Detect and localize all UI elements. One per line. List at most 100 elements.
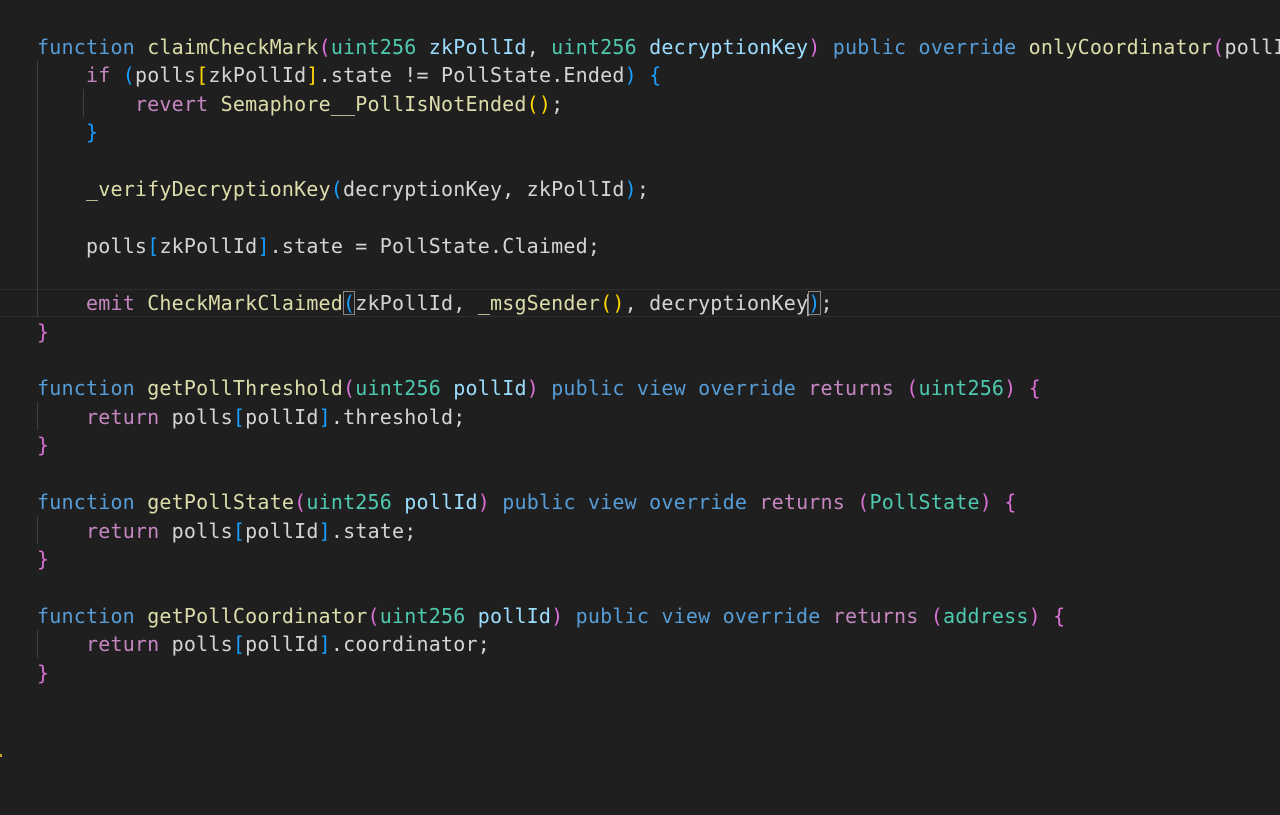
code-line[interactable]: polls[zkPollId].state = PollState.Claime… xyxy=(37,232,600,260)
code-line[interactable]: } xyxy=(37,318,49,346)
code-token: pollId xyxy=(404,490,478,514)
code-token: function xyxy=(37,490,135,514)
code-line[interactable]: function getPollCoordinator(uint256 poll… xyxy=(37,602,1065,630)
code-token: zkPollId xyxy=(208,63,307,87)
code-token: } xyxy=(37,433,50,457)
code-line[interactable]: return polls[pollId].coordinator; xyxy=(37,630,490,658)
code-token: function xyxy=(37,604,135,628)
code-token: () xyxy=(600,291,625,315)
code-line[interactable]: revert Semaphore__PollIsNotEnded(); xyxy=(37,90,563,118)
code-token: .state; xyxy=(330,519,417,543)
code-line[interactable]: } xyxy=(37,118,98,146)
code-line[interactable]: } xyxy=(37,431,49,459)
code-token: ) xyxy=(526,376,539,400)
code-line[interactable]: emit CheckMarkClaimed(zkPollId, _msgSend… xyxy=(37,289,833,317)
code-line[interactable]: } xyxy=(37,659,49,687)
code-token: ( xyxy=(122,63,135,87)
code-token: , decryptionKey xyxy=(624,291,809,315)
code-token: returns xyxy=(759,490,846,514)
code-token: [ xyxy=(232,405,246,429)
code-token: getPollCoordinator xyxy=(147,604,368,628)
code-token: ) xyxy=(979,490,992,514)
code-token: zkPollId xyxy=(159,234,258,258)
code-token: ( xyxy=(330,177,344,201)
code-editor[interactable]: function claimCheckMark(uint256 zkPollId… xyxy=(0,0,1280,815)
code-token: pollId xyxy=(477,604,552,628)
code-token: ] xyxy=(318,632,331,656)
code-token: ( xyxy=(906,376,919,400)
code-token: ) xyxy=(1004,376,1017,400)
code-token: public xyxy=(551,376,625,400)
code-line[interactable]: function getPollThreshold(uint256 pollId… xyxy=(37,374,1041,402)
code-token: ) xyxy=(808,35,821,59)
code-token: { xyxy=(1053,604,1066,628)
code-token: .state = PollState.Claimed; xyxy=(269,234,601,258)
code-token: ( xyxy=(343,376,356,400)
code-token: uint256 xyxy=(379,604,466,628)
code-token: ) xyxy=(808,291,821,315)
code-token: _msgSender xyxy=(477,291,601,315)
code-line[interactable]: return polls[pollId].threshold; xyxy=(37,403,466,431)
code-line[interactable]: _verifyDecryptionKey(decryptionKey, zkPo… xyxy=(37,175,649,203)
code-token: pollId xyxy=(1224,35,1280,59)
code-token: () xyxy=(526,92,552,116)
code-token: claimCheckMark xyxy=(147,35,319,59)
code-line[interactable]: if (polls[zkPollId].state != PollState.E… xyxy=(37,61,661,89)
code-token: decryptionKey xyxy=(649,35,809,59)
code-token: view xyxy=(636,376,686,400)
code-token: function xyxy=(37,376,135,400)
code-token: [ xyxy=(196,63,209,87)
code-token: ] xyxy=(318,405,331,429)
code-token: view xyxy=(661,604,711,628)
code-token: revert xyxy=(134,92,209,116)
code-token: { xyxy=(1004,490,1017,514)
code-token: ( xyxy=(1212,35,1225,59)
code-token: } xyxy=(37,661,50,685)
code-token: .threshold; xyxy=(330,405,466,429)
code-token: uint256 xyxy=(918,376,1005,400)
code-token: polls xyxy=(85,234,148,258)
code-token: [ xyxy=(232,519,246,543)
code-token: , xyxy=(526,35,552,59)
code-line[interactable]: function claimCheckMark(uint256 zkPollId… xyxy=(37,33,1280,61)
code-token: return xyxy=(85,405,160,429)
code-line[interactable]: } xyxy=(37,545,49,573)
code-token: public xyxy=(575,604,650,628)
code-line[interactable]: return polls[pollId].state; xyxy=(37,517,417,545)
code-line[interactable]: function getPollState(uint256 pollId) pu… xyxy=(37,488,1016,516)
code-token: .state != PollState.Ended xyxy=(318,63,625,87)
code-token: polls xyxy=(134,63,197,87)
code-token: pollId xyxy=(453,376,527,400)
code-token: uint256 xyxy=(306,490,393,514)
code-token: uint256 xyxy=(355,376,441,400)
code-token: Semaphore__PollIsNotEnded xyxy=(220,92,527,116)
code-token: ] xyxy=(318,519,331,543)
